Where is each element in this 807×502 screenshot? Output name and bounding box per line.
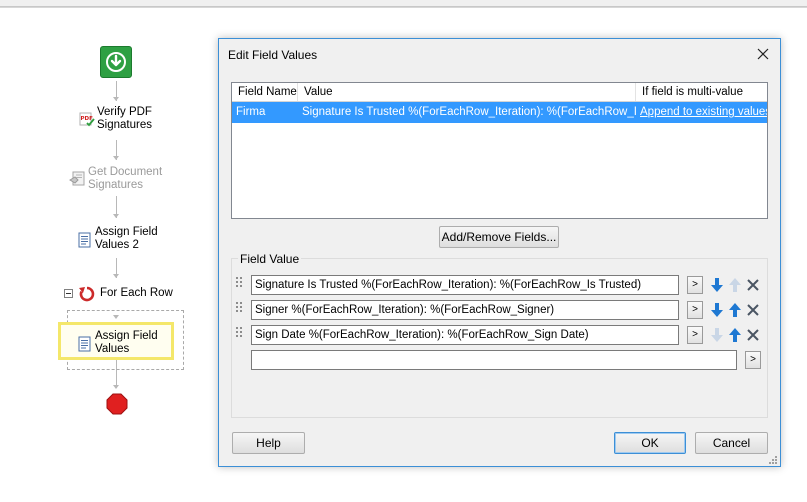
- edit-field-values-dialog: Edit Field Values Field Name Value If fi…: [218, 38, 781, 467]
- cell-multi-value-link[interactable]: Append to existing values: [636, 102, 767, 123]
- remove-icon[interactable]: [745, 302, 761, 318]
- window-top-strip: [0, 0, 807, 7]
- arrow-down-icon[interactable]: [709, 302, 725, 318]
- arrow-down-icon[interactable]: [709, 277, 725, 293]
- connector-arrow: [113, 315, 119, 319]
- arrow-up-icon[interactable]: [727, 327, 743, 343]
- cancel-button[interactable]: Cancel: [695, 432, 768, 454]
- dialog-title: Edit Field Values: [228, 48, 318, 62]
- close-icon: [757, 48, 769, 60]
- document-icon[interactable]: [78, 336, 92, 352]
- connector-arrow: [113, 156, 119, 160]
- new-field-value-input[interactable]: [251, 350, 737, 370]
- close-button[interactable]: [754, 45, 772, 63]
- pdf-signature-icon[interactable]: PDF: [79, 111, 95, 127]
- cell-value[interactable]: Signature Is Trusted %(ForEachRow_Iterat…: [298, 102, 636, 123]
- resize-grip-icon[interactable]: [768, 454, 778, 464]
- browse-button-1[interactable]: >: [687, 276, 703, 294]
- step-label-verify-pdf-signatures[interactable]: Verify PDF Signatures: [97, 106, 152, 132]
- help-button[interactable]: Help: [232, 432, 305, 454]
- step-label-for-each-row[interactable]: For Each Row: [100, 287, 173, 300]
- step-label-get-document-signatures[interactable]: Get Document Signatures: [88, 166, 162, 192]
- grip-icon[interactable]: [236, 327, 242, 341]
- cell-field-name[interactable]: Firma: [232, 102, 298, 123]
- browse-button-2[interactable]: >: [687, 301, 703, 319]
- document-signature-icon[interactable]: [69, 171, 87, 187]
- browse-button-new[interactable]: >: [745, 351, 761, 369]
- connector-arrow: [113, 214, 119, 218]
- step-label-assign-field-values-2[interactable]: Assign Field Values 2: [95, 226, 158, 252]
- field-value-group-label: Field Value: [238, 252, 302, 266]
- ok-button[interactable]: OK: [614, 432, 686, 454]
- connector-arrow: [113, 97, 119, 101]
- browse-button-3[interactable]: >: [687, 326, 703, 344]
- column-header-multi-value[interactable]: If field is multi-value: [636, 83, 767, 101]
- field-value-input-1[interactable]: Signature Is Trusted %(ForEachRow_Iterat…: [251, 275, 679, 295]
- connector-arrow: [113, 385, 119, 389]
- table-row[interactable]: Firma Signature Is Trusted %(ForEachRow_…: [232, 102, 767, 123]
- grip-icon[interactable]: [236, 277, 242, 291]
- arrow-up-icon: [727, 277, 743, 293]
- download-arrow-icon: [106, 52, 126, 72]
- grip-icon[interactable]: [236, 302, 242, 316]
- step-label-assign-field-values[interactable]: Assign Field Values: [95, 330, 158, 356]
- field-value-input-3[interactable]: Sign Date %(ForEachRow_Iteration): %(For…: [251, 325, 679, 345]
- arrow-down-icon: [709, 327, 725, 343]
- start-node[interactable]: [100, 46, 132, 78]
- column-header-field-name[interactable]: Field Name: [232, 83, 298, 101]
- document-icon[interactable]: [78, 232, 92, 248]
- field-grid[interactable]: Field Name Value If field is multi-value…: [231, 82, 768, 219]
- field-value-input-2[interactable]: Signer %(ForEachRow_Iteration): %(ForEac…: [251, 300, 679, 320]
- column-header-value[interactable]: Value: [298, 83, 636, 101]
- remove-icon[interactable]: [745, 327, 761, 343]
- connector-arrow: [113, 274, 119, 278]
- remove-icon[interactable]: [745, 277, 761, 293]
- collapse-icon[interactable]: [64, 289, 73, 298]
- loop-icon[interactable]: [78, 285, 96, 303]
- arrow-up-icon[interactable]: [727, 302, 743, 318]
- add-remove-fields-button[interactable]: Add/Remove Fields...: [439, 226, 559, 248]
- stop-icon[interactable]: [106, 393, 128, 415]
- grid-header: Field Name Value If field is multi-value: [232, 83, 767, 102]
